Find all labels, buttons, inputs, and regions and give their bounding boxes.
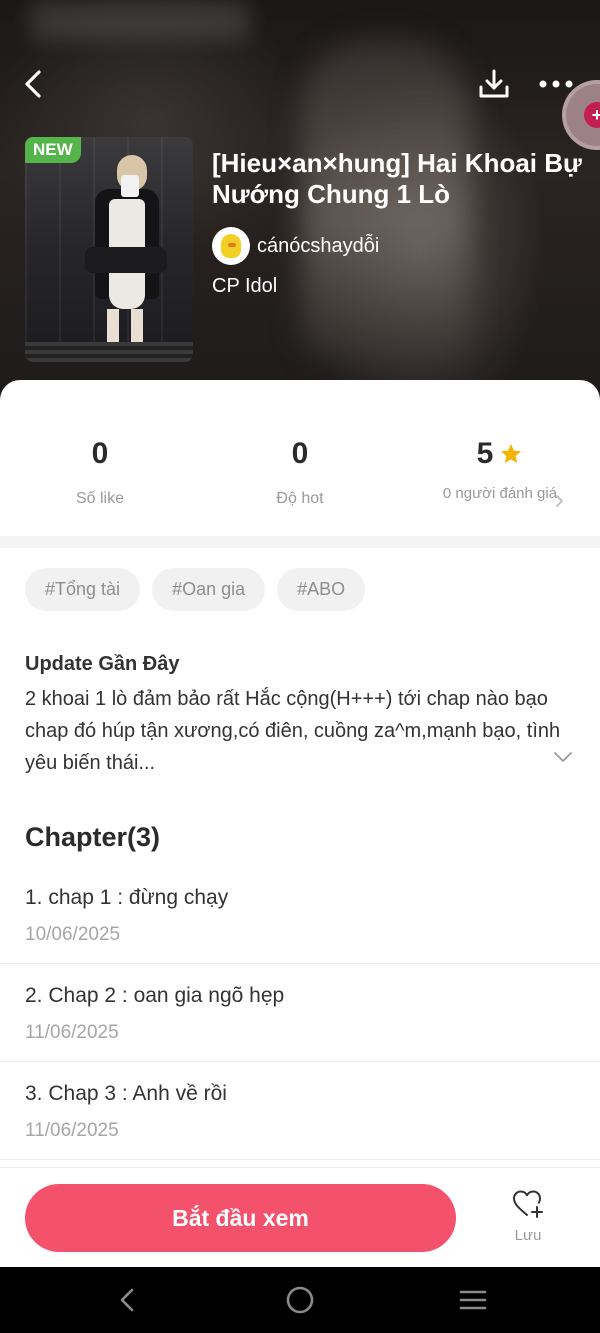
update-description: 2 khoai 1 lò đảm bảo rất Hắc cộng(H+++) … — [25, 688, 561, 774]
chapter-name: 2. Chap 2 : oan gia ngõ hẹp — [25, 984, 285, 1007]
chevron-right-icon[interactable] — [555, 494, 565, 508]
tag-chip[interactable]: #ABO — [277, 568, 366, 611]
cover-image — [25, 137, 193, 362]
update-heading: Update Gần Đây — [25, 653, 180, 675]
rating-label: 0 người đánh giá — [442, 485, 558, 502]
hero-header: + NEW [Hieu×an×hung] Hai Khoai Bự Nướng … — [0, 0, 600, 420]
background-blur-light — [30, 0, 250, 40]
chapter-name: 3. Chap 3 : Anh về rồi — [25, 1082, 227, 1105]
hot-label: Độ hot — [276, 490, 324, 507]
genre-label: CP Idol — [212, 275, 278, 297]
author-row[interactable]: cánócshaydỗi — [212, 227, 379, 265]
star-icon — [501, 444, 522, 463]
chapter-heading: Chapter(3) — [25, 822, 161, 852]
chapter-name: 1. chap 1 : đừng chạy — [25, 886, 229, 909]
system-navigation-bar — [0, 1267, 600, 1333]
start-reading-button[interactable]: Bắt đầu xem — [25, 1184, 456, 1252]
author-name[interactable]: cánócshaydỗi — [257, 235, 379, 258]
tag-chip[interactable]: #Tổng tài — [25, 568, 141, 611]
bottom-action-bar: Bắt đầu xem Lưu — [0, 1167, 600, 1267]
save-button[interactable]: Lưu — [497, 1188, 559, 1252]
chapter-item[interactable]: 2. Chap 2 : oan gia ngõ hẹp 11/06/2025 — [0, 964, 600, 1062]
back-arrow-icon — [25, 70, 41, 98]
chevron-down-icon[interactable] — [552, 750, 574, 764]
chapter-item[interactable]: 3. Chap 3 : Anh về rồi 11/06/2025 — [0, 1062, 600, 1160]
nav-home-icon — [286, 1286, 314, 1314]
chapter-list: 1. chap 1 : đừng chạy 10/06/2025 2. Chap… — [0, 866, 600, 1160]
tag-list: #Tổng tài #Oan gia #ABO — [25, 568, 366, 611]
rating-value: 5 — [476, 437, 494, 470]
nav-back-icon — [120, 1288, 134, 1312]
chapter-item[interactable]: 1. chap 1 : đừng chạy 10/06/2025 — [0, 866, 600, 964]
back-button[interactable] — [12, 62, 56, 106]
section-divider — [0, 536, 600, 548]
rating-stat[interactable]: 5 0 người đánh giá — [400, 436, 600, 504]
story-title: [Hieu×an×hung] Hai Khoai Bự Nướng Chung … — [212, 148, 582, 209]
new-badge: NEW — [25, 137, 81, 163]
hot-count: 0 — [291, 437, 309, 470]
stats-row: 0 Số like 0 Độ hot 5 0 người đánh giá — [0, 380, 600, 536]
chapter-date: 10/06/2025 — [25, 924, 121, 945]
save-label: Lưu — [514, 1227, 542, 1244]
like-count: 0 — [91, 437, 109, 470]
tag-chip[interactable]: #Oan gia — [152, 568, 266, 611]
nav-recents-button[interactable] — [453, 1285, 493, 1315]
nav-home-button[interactable] — [280, 1285, 320, 1315]
more-dots-icon — [539, 80, 573, 88]
heart-plus-icon — [513, 1190, 543, 1218]
author-avatar[interactable] — [212, 227, 250, 265]
nav-recents-icon — [459, 1290, 487, 1310]
like-label: Số like — [75, 490, 125, 507]
download-icon — [479, 69, 509, 98]
chapter-date: 11/06/2025 — [25, 1120, 119, 1141]
hot-stat: 0 Độ hot — [200, 436, 400, 508]
nav-back-button[interactable] — [107, 1285, 147, 1315]
plus-icon: + — [584, 102, 600, 128]
like-stat: 0 Số like — [0, 436, 200, 508]
chapter-date: 11/06/2025 — [25, 1022, 119, 1043]
download-button[interactable] — [472, 62, 516, 106]
